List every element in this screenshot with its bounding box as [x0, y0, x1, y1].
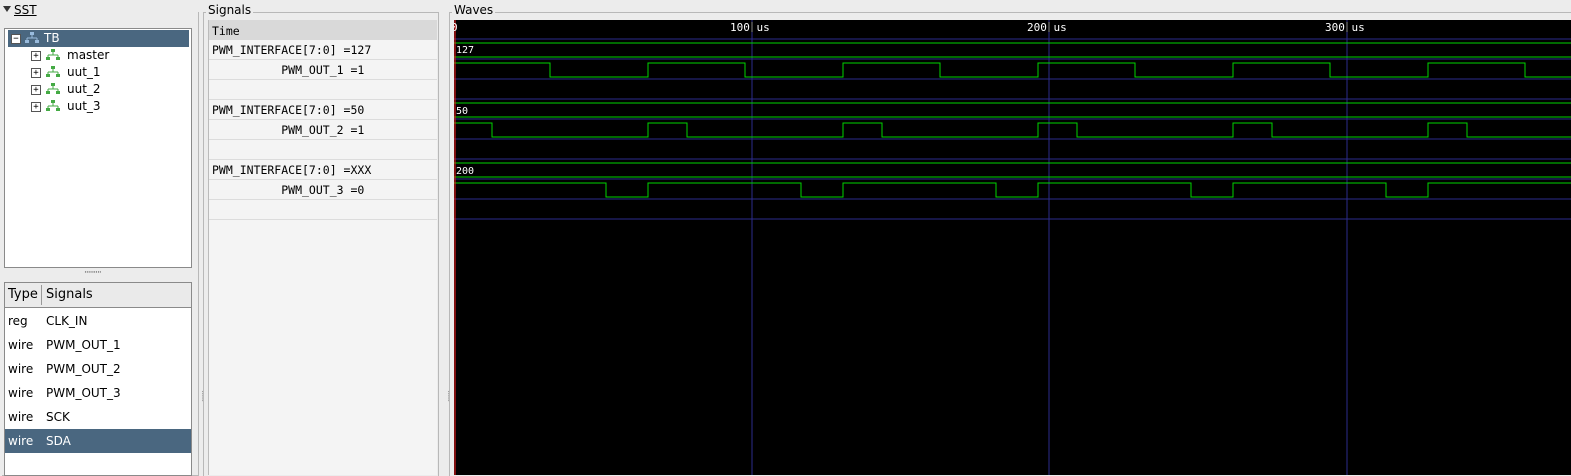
signal-type: wire — [8, 386, 34, 400]
module-icon — [46, 100, 60, 111]
module-icon — [25, 32, 39, 43]
expand-icon[interactable]: + — [31, 102, 41, 112]
signal-name: SDA — [46, 434, 71, 448]
signals-pane[interactable]: Time PWM_INTERFACE[7:0] =127 PWM_OUT_1 =… — [208, 20, 437, 475]
signal-type: wire — [8, 434, 34, 448]
bus-value-label: 127 — [456, 45, 475, 56]
time-row: Time — [209, 20, 437, 40]
row-divider — [209, 99, 437, 100]
expand-icon[interactable]: + — [31, 68, 41, 78]
time-label: Time — [212, 24, 240, 38]
signal-name: PWM_OUT_2 — [46, 362, 121, 376]
bus-waveform[interactable] — [454, 102, 1571, 118]
column-header-type[interactable]: Type — [8, 283, 38, 307]
list-item[interactable]: wire PWM_OUT_3 — [5, 381, 191, 405]
tree-item-label: uut_1 — [67, 65, 101, 79]
bus-value-label: 200 — [456, 166, 475, 177]
signals-title: Signals — [206, 3, 254, 17]
list-item[interactable]: wire PWM_OUT_1 — [5, 333, 191, 357]
signal-type-list[interactable]: Type Signals reg CLK_IN wire PWM_OUT_1 w… — [4, 282, 192, 476]
row-divider — [209, 179, 437, 180]
signal-row[interactable]: PWM_OUT_1 =1 — [212, 63, 364, 77]
column-header-signals[interactable]: Signals — [46, 283, 93, 307]
signal-type: wire — [8, 362, 34, 376]
collapse-icon[interactable]: − — [11, 34, 21, 44]
row-divider — [209, 159, 437, 160]
module-icon — [46, 49, 60, 60]
signal-row[interactable]: PWM_INTERFACE[7:0] =50 — [212, 103, 364, 117]
sst-title: SST — [12, 3, 39, 17]
column-divider[interactable] — [41, 285, 42, 305]
row-divider — [209, 219, 437, 220]
signal-name: CLK_IN — [46, 314, 88, 328]
bus-value-label: 50 — [456, 106, 469, 117]
sst-collapse-icon[interactable] — [3, 6, 11, 12]
pwm-out-3-waveform[interactable] — [454, 182, 1571, 198]
waves-title: Waves — [452, 3, 496, 17]
tree-item-uut-1[interactable]: + uut_1 — [31, 64, 181, 81]
signal-name: PWM_OUT_1 — [46, 338, 121, 352]
list-item[interactable]: wire PWM_OUT_2 — [5, 357, 191, 381]
sst-tree[interactable]: − TB + master + uut_1 + uut_2 + uut_3 — [4, 28, 192, 268]
signal-type: reg — [8, 314, 28, 328]
row-separators — [454, 38, 1571, 220]
signal-type: wire — [8, 410, 34, 424]
row-divider — [209, 139, 437, 140]
wave-viewer[interactable]: 0 100 us 200 us 300 us 127 50 200 — [454, 20, 1571, 475]
signal-row[interactable]: PWM_INTERFACE[7:0] =127 — [212, 43, 371, 57]
module-icon — [46, 83, 60, 94]
time-label-100us: 100 us — [730, 21, 770, 34]
signal-type: wire — [8, 338, 34, 352]
bus-waveform[interactable] — [454, 42, 1571, 58]
tree-item-label: uut_2 — [67, 82, 101, 96]
signal-row[interactable]: PWM_INTERFACE[7:0] =XXX — [212, 163, 371, 177]
tree-item-uut-3[interactable]: + uut_3 — [31, 98, 181, 115]
waveform-canvas[interactable] — [454, 20, 1571, 475]
expand-icon[interactable]: + — [31, 85, 41, 95]
expand-icon[interactable]: + — [31, 51, 41, 61]
pwm-out-2-waveform[interactable] — [454, 122, 1571, 138]
bus-waveform[interactable] — [454, 162, 1571, 178]
module-icon — [46, 66, 60, 77]
sst-splitter-handle[interactable]: ········· — [84, 268, 102, 278]
time-label-300us: 300 us — [1325, 21, 1365, 34]
signal-row[interactable]: PWM_OUT_3 =0 — [212, 183, 364, 197]
signal-name: PWM_OUT_3 — [46, 386, 121, 400]
signal-row[interactable]: PWM_OUT_2 =1 — [212, 123, 364, 137]
tree-item-label: master — [67, 48, 110, 62]
row-divider — [209, 59, 437, 60]
time-label-200us: 200 us — [1027, 21, 1067, 34]
pwm-out-1-waveform[interactable] — [454, 62, 1571, 78]
tree-item-label: uut_3 — [67, 99, 101, 113]
row-divider — [209, 79, 437, 80]
time-grid — [751, 20, 1348, 475]
tree-item-tb[interactable]: − TB — [8, 30, 189, 47]
row-divider — [209, 199, 437, 200]
list-header: Type Signals — [5, 283, 191, 308]
time-label-0: 0 — [454, 21, 458, 34]
list-item-selected[interactable]: wire SDA — [5, 429, 191, 453]
list-item[interactable]: reg CLK_IN — [5, 309, 191, 333]
signal-name: SCK — [46, 410, 70, 424]
tree-item-master[interactable]: + master — [31, 47, 181, 64]
row-divider — [209, 119, 437, 120]
tree-item-uut-2[interactable]: + uut_2 — [31, 81, 181, 98]
tree-item-label: TB — [44, 31, 60, 45]
list-item[interactable]: wire SCK — [5, 405, 191, 429]
